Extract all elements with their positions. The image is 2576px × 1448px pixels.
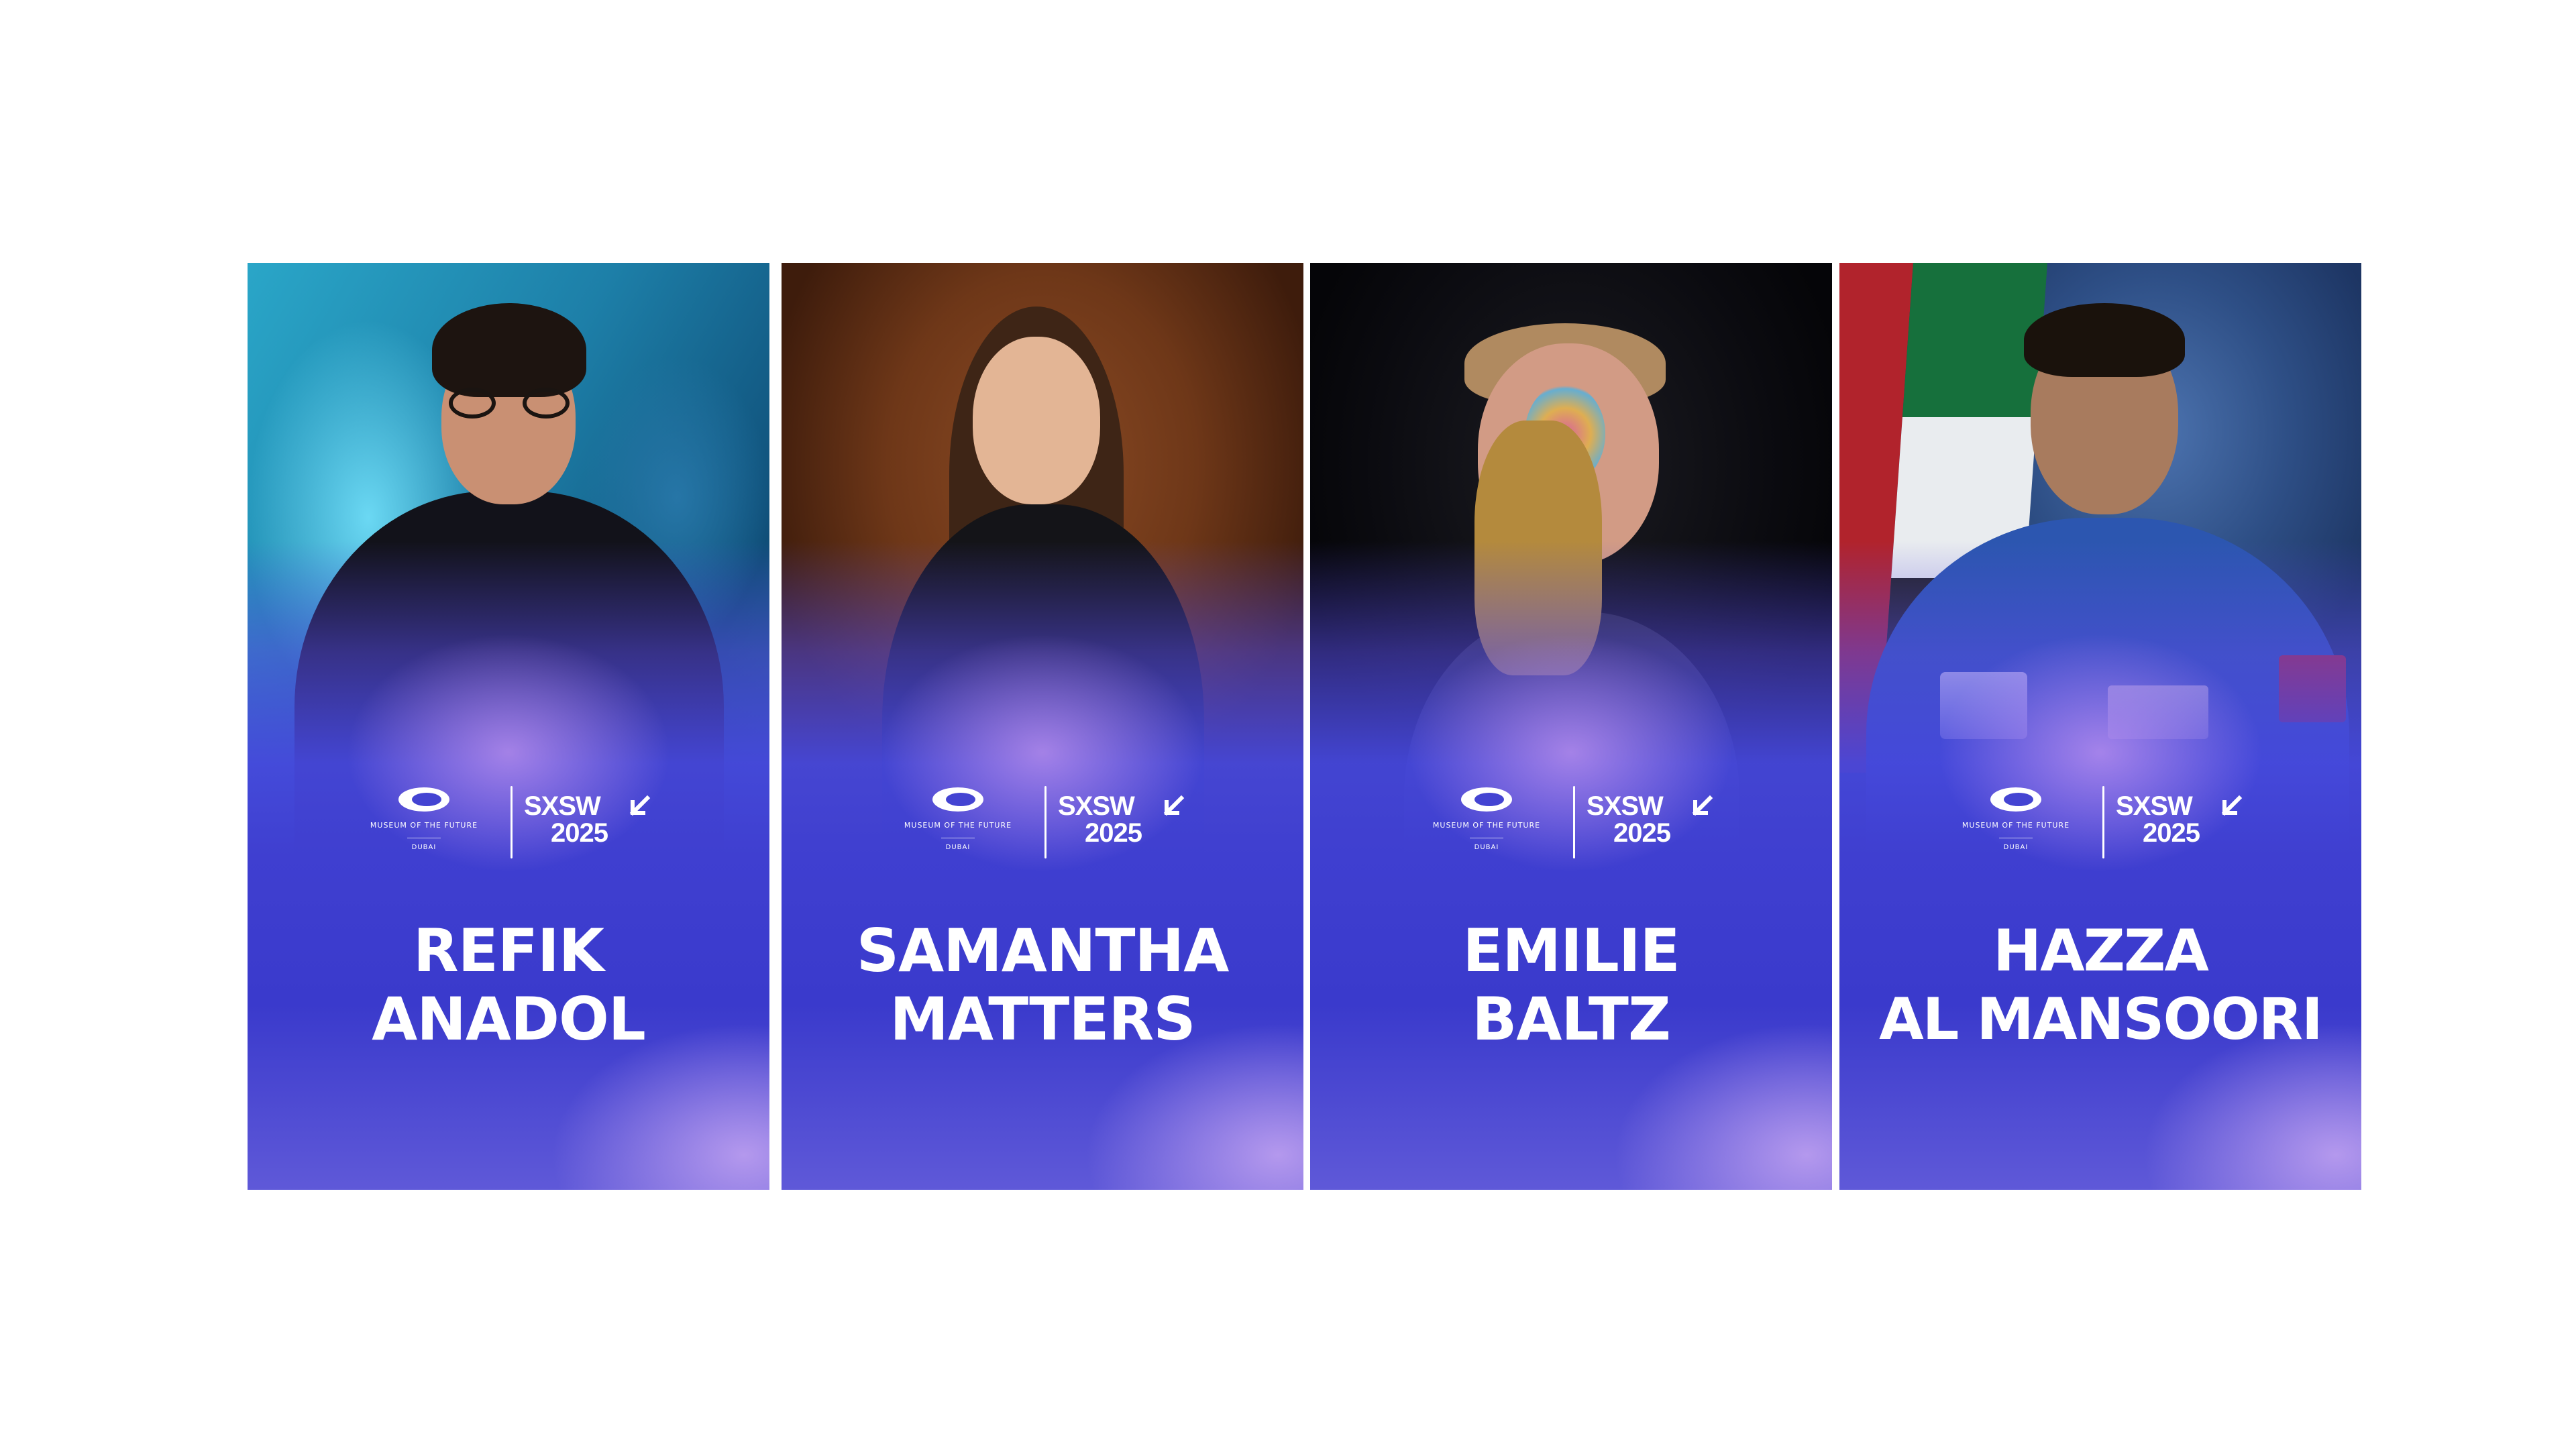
museum-name: MUSEUM OF THE FUTURE (1432, 821, 1541, 830)
speaker-name: SAMANTHA MATTERS (782, 917, 1303, 1054)
logo-divider (1573, 786, 1575, 858)
museum-eye-icon (932, 787, 983, 812)
museum-eye-icon (1990, 787, 2041, 812)
sxsw-logo: SXSW 2025 (2116, 786, 2257, 860)
event-logos: MUSEUM OF THE FUTURE DUBAI SXSW 2025 (782, 786, 1303, 873)
logo-divider (1044, 786, 1046, 858)
event-logos: MUSEUM OF THE FUTURE DUBAI SXSW 2025 (248, 786, 769, 873)
museum-name: MUSEUM OF THE FUTURE (904, 821, 1012, 830)
speaker-first-name: HAZZA (1993, 917, 2209, 985)
event-logos: MUSEUM OF THE FUTURE DUBAI SXSW 2025 (1839, 786, 2361, 873)
arrow-down-left-icon (1692, 795, 1713, 816)
sxsw-year: 2025 (1613, 818, 1671, 848)
museum-eye-icon (398, 787, 449, 812)
speaker-lineup: MUSEUM OF THE FUTURE DUBAI SXSW 2025 REF… (0, 0, 2576, 1448)
speaker-name: EMILIE BALTZ (1310, 917, 1832, 1054)
arrow-down-left-icon (629, 795, 651, 816)
speaker-first-name: EMILIE (1462, 916, 1680, 985)
speaker-last-name: AL MANSOORI (1879, 986, 2323, 1053)
speaker-last-name: ANADOL (372, 985, 646, 1054)
museum-city: DUBAI (2003, 844, 2029, 851)
sxsw-name: SXSW (2116, 791, 2193, 821)
museum-of-the-future-logo: MUSEUM OF THE FUTURE DUBAI (894, 786, 1022, 873)
sxsw-logo: SXSW 2025 (1058, 786, 1199, 860)
arrow-down-left-icon (2221, 795, 2243, 816)
museum-city: DUBAI (1474, 844, 1499, 851)
museum-city: DUBAI (411, 844, 437, 851)
speaker-name: HAZZA AL MANSOORI (1839, 917, 2361, 1054)
speaker-first-name: REFIK (413, 916, 604, 985)
museum-of-the-future-logo: MUSEUM OF THE FUTURE DUBAI (1423, 786, 1550, 873)
speaker-first-name: SAMANTHA (856, 916, 1230, 985)
museum-name: MUSEUM OF THE FUTURE (1962, 821, 2070, 830)
speaker-name: REFIK ANADOL (248, 917, 769, 1054)
speaker-card-refik-anadol[interactable]: MUSEUM OF THE FUTURE DUBAI SXSW 2025 REF… (248, 263, 769, 1190)
sxsw-logo: SXSW 2025 (524, 786, 665, 860)
museum-city: DUBAI (945, 844, 971, 851)
speaker-card-hazza-al-mansoori[interactable]: MUSEUM OF THE FUTURE DUBAI SXSW 2025 HAZ… (1839, 263, 2361, 1190)
museum-of-the-future-logo: MUSEUM OF THE FUTURE DUBAI (1952, 786, 2080, 873)
logo-divider (511, 786, 513, 858)
sxsw-year: 2025 (2143, 818, 2200, 848)
sxsw-logo: SXSW 2025 (1587, 786, 1727, 860)
logo-divider (2102, 786, 2104, 858)
museum-of-the-future-logo: MUSEUM OF THE FUTURE DUBAI (360, 786, 488, 873)
speaker-card-samantha-matters[interactable]: MUSEUM OF THE FUTURE DUBAI SXSW 2025 SAM… (782, 263, 1303, 1190)
sxsw-name: SXSW (1587, 791, 1664, 821)
speaker-card-emilie-baltz[interactable]: MUSEUM OF THE FUTURE DUBAI SXSW 2025 EMI… (1310, 263, 1832, 1190)
museum-name: MUSEUM OF THE FUTURE (370, 821, 478, 830)
event-logos: MUSEUM OF THE FUTURE DUBAI SXSW 2025 (1310, 786, 1832, 873)
sxsw-year: 2025 (551, 818, 608, 848)
sxsw-year: 2025 (1085, 818, 1142, 848)
speaker-last-name: BALTZ (1472, 985, 1671, 1054)
arrow-down-left-icon (1163, 795, 1185, 816)
museum-eye-icon (1461, 787, 1512, 812)
speaker-last-name: MATTERS (890, 985, 1195, 1054)
sxsw-name: SXSW (524, 791, 601, 821)
sxsw-name: SXSW (1058, 791, 1135, 821)
